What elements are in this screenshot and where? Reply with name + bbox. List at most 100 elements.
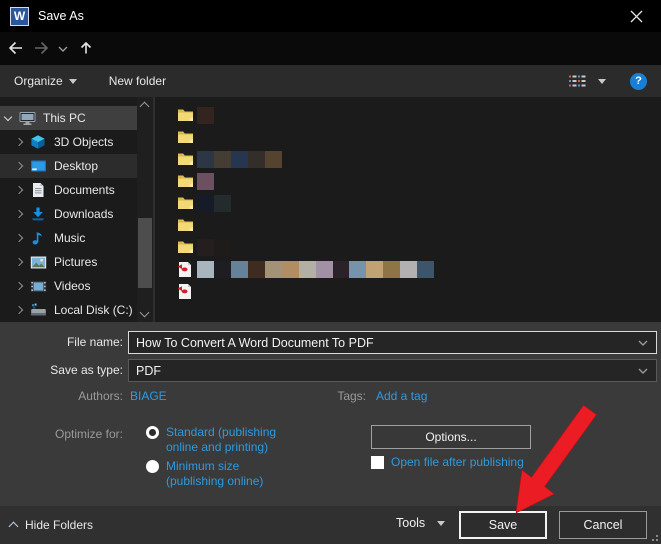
- folder-item[interactable]: [155, 148, 661, 170]
- chevron-down-icon[interactable]: [638, 339, 648, 347]
- redacted-filename-block: [197, 151, 214, 168]
- redacted-filename-block: [400, 261, 417, 278]
- folder-item[interactable]: [155, 214, 661, 236]
- redacted-filename-block: [248, 151, 265, 168]
- folder-icon: [177, 151, 197, 167]
- cancel-button[interactable]: Cancel: [559, 511, 647, 539]
- authors-value[interactable]: BIAGE: [130, 389, 167, 403]
- scroll-down-icon[interactable]: [140, 308, 150, 318]
- recent-locations-button[interactable]: [58, 45, 68, 53]
- back-button[interactable]: [6, 40, 24, 56]
- redacted-filename-block: [214, 239, 231, 256]
- radio-standard-label[interactable]: Standard (publishing online and printing…: [166, 425, 316, 455]
- caret-down-icon: [598, 79, 606, 84]
- help-button[interactable]: ?: [630, 73, 647, 90]
- redacted-filename-block: [231, 261, 248, 278]
- save-as-type-combobox[interactable]: [128, 359, 657, 382]
- radio-minimum-size[interactable]: [146, 460, 159, 473]
- radio-standard[interactable]: [146, 426, 159, 439]
- downloads-icon: [29, 206, 47, 222]
- options-button[interactable]: Options...: [371, 425, 531, 449]
- close-icon: [630, 10, 643, 23]
- save-as-type-input[interactable]: [136, 364, 638, 378]
- folder-item[interactable]: [155, 126, 661, 148]
- chevron-right-icon[interactable]: [15, 162, 23, 170]
- folder-icon: [177, 217, 197, 233]
- sidebar-item-local-disk-c[interactable]: Local Disk (C:): [0, 298, 137, 322]
- sidebar-item-desktop[interactable]: Desktop: [0, 154, 137, 178]
- folder-icon: [177, 195, 197, 211]
- pdf-file-item[interactable]: [155, 280, 661, 302]
- chevron-right-icon[interactable]: [15, 306, 23, 314]
- sidebar-item-label: Videos: [54, 279, 90, 293]
- open-file-after-publishing-checkbox[interactable]: [371, 456, 384, 469]
- folder-icon: [177, 107, 197, 123]
- redacted-filename-block: [282, 261, 299, 278]
- sidebar-item-music[interactable]: Music: [0, 226, 137, 250]
- radio-minimum-size-label[interactable]: Minimum size (publishing online): [166, 459, 316, 489]
- chevron-right-icon[interactable]: [15, 282, 23, 290]
- organize-button[interactable]: Organize: [14, 74, 77, 88]
- pdf-icon: [177, 283, 197, 300]
- tags-label: Tags:: [296, 389, 366, 403]
- folder-item[interactable]: [155, 170, 661, 192]
- file-list: [155, 97, 661, 322]
- sidebar-item-3d-objects[interactable]: 3D Objects: [0, 130, 137, 154]
- pdf-file-item[interactable]: [155, 258, 661, 280]
- redacted-filename-block: [214, 261, 231, 278]
- back-arrow-icon: [6, 40, 24, 56]
- pdf-icon: [177, 261, 197, 278]
- file-name-combobox[interactable]: [128, 331, 657, 354]
- sidebar-item-videos[interactable]: Videos: [0, 274, 137, 298]
- tools-label: Tools: [396, 516, 425, 530]
- file-browser: This PC 3D Objects DesktopDocumentsDownloa…: [0, 97, 661, 322]
- redacted-filename-block: [197, 239, 214, 256]
- sidebar-item-pictures[interactable]: Pictures: [0, 250, 137, 274]
- forward-button[interactable]: [33, 40, 51, 56]
- word-app-icon: W: [10, 7, 29, 26]
- sidebar-item-label: 3D Objects: [54, 135, 113, 149]
- folder-item[interactable]: [155, 104, 661, 126]
- new-folder-button[interactable]: New folder: [109, 74, 166, 88]
- chevron-right-icon[interactable]: [15, 186, 23, 194]
- sidebar-item-label: Music: [54, 231, 85, 245]
- authors-label: Authors:: [0, 389, 123, 403]
- sidebar-item-this-pc[interactable]: This PC: [0, 106, 137, 130]
- sidebar-tree: This PC 3D Objects DesktopDocumentsDownloa…: [0, 97, 137, 322]
- file-name-input[interactable]: [136, 336, 638, 350]
- save-as-dialog: W Save As: [0, 0, 661, 544]
- save-as-type-label: Save as type:: [0, 363, 123, 377]
- hide-folders-button[interactable]: Hide Folders: [10, 518, 93, 532]
- close-button[interactable]: [621, 2, 651, 30]
- chevron-down-icon[interactable]: [4, 112, 12, 120]
- music-icon: [29, 230, 47, 246]
- up-button[interactable]: [78, 40, 94, 56]
- folder-item[interactable]: [155, 192, 661, 214]
- change-view-button[interactable]: [568, 74, 606, 88]
- folder-icon: [177, 239, 197, 255]
- open-file-after-publishing-label[interactable]: Open file after publishing: [391, 455, 524, 469]
- chevron-right-icon[interactable]: [15, 210, 23, 218]
- command-toolbar: Organize New folder ?: [0, 65, 661, 97]
- sidebar-item-documents[interactable]: Documents: [0, 178, 137, 202]
- save-button[interactable]: Save: [459, 511, 547, 539]
- scrollbar-thumb[interactable]: [138, 218, 152, 288]
- scroll-up-icon[interactable]: [140, 102, 150, 112]
- navigation-bar: ›This PC›Desktop: [0, 32, 661, 65]
- radio-standard-line2: online and printing): [166, 440, 268, 454]
- file-name-label: File name:: [0, 335, 123, 349]
- tools-button[interactable]: Tools: [396, 516, 445, 530]
- redacted-filename-block: [231, 151, 248, 168]
- chevron-right-icon[interactable]: [15, 138, 23, 146]
- chevron-right-icon[interactable]: [15, 234, 23, 242]
- folder-icon: [177, 129, 197, 145]
- folder-item[interactable]: [155, 236, 661, 258]
- add-a-tag-link[interactable]: Add a tag: [376, 389, 427, 403]
- redacted-filename-block: [383, 261, 400, 278]
- chevron-down-icon[interactable]: [638, 367, 648, 375]
- sidebar-item-label: This PC: [43, 111, 86, 125]
- resize-grip-icon[interactable]: [650, 533, 658, 541]
- sidebar-scrollbar[interactable]: [137, 97, 153, 322]
- chevron-right-icon[interactable]: [15, 258, 23, 266]
- sidebar-item-downloads[interactable]: Downloads: [0, 202, 137, 226]
